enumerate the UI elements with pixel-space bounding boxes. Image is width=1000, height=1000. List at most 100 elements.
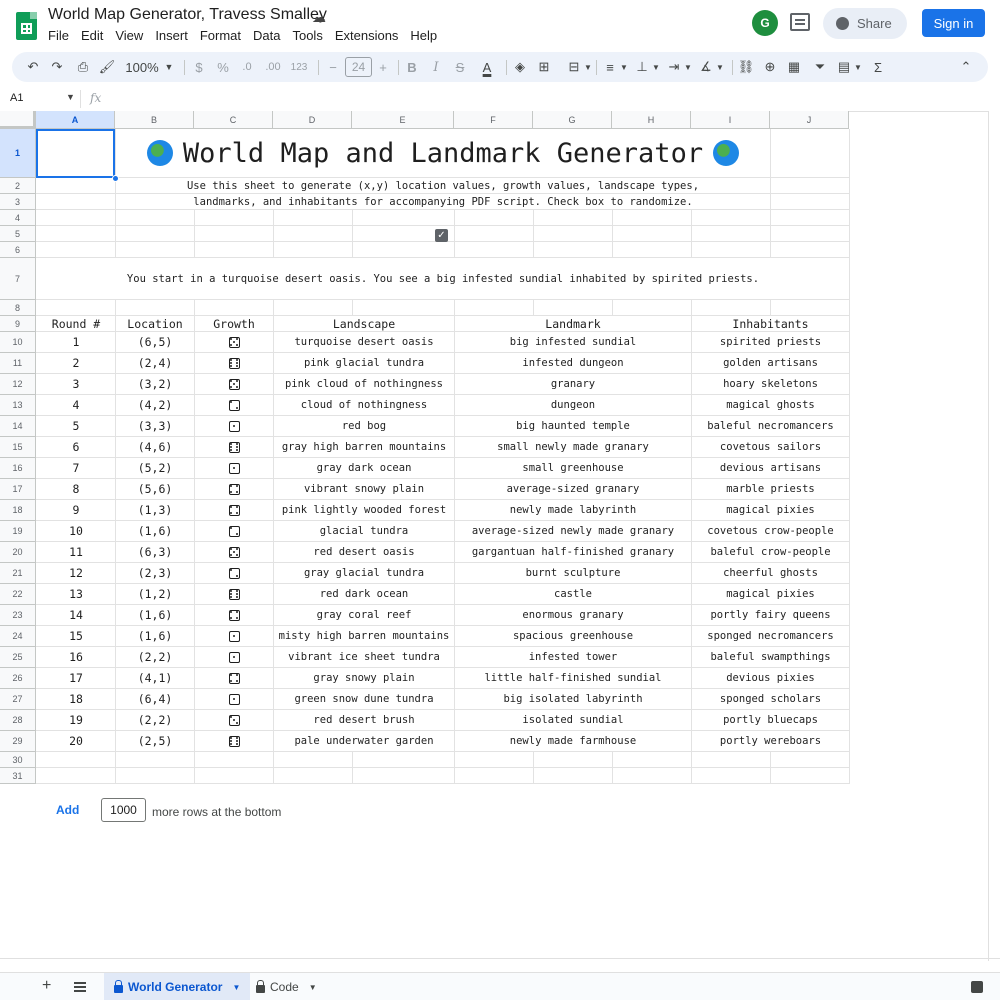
row-header-29[interactable]: 29 xyxy=(0,731,36,752)
row-header-11[interactable]: 11 xyxy=(0,353,36,374)
row-header-15[interactable]: 15 xyxy=(0,437,36,458)
percent-format-button[interactable]: % xyxy=(216,52,230,82)
font-size-input[interactable]: 24 xyxy=(345,57,372,77)
functions-button[interactable]: Σ xyxy=(870,52,886,82)
add-rows-button[interactable]: Add xyxy=(56,803,79,817)
more-formats-button[interactable]: 123 xyxy=(288,52,310,82)
vertical-scrollbar[interactable] xyxy=(988,111,1000,961)
row-header-6[interactable]: 6 xyxy=(0,242,36,258)
row-header-25[interactable]: 25 xyxy=(0,647,36,668)
zoom-select[interactable]: 100% xyxy=(124,52,160,82)
menu-item-insert[interactable]: Insert xyxy=(149,28,194,44)
strikethrough-button[interactable]: S xyxy=(452,52,468,82)
add-sheet-icon[interactable]: + xyxy=(42,977,51,995)
tab-chevron-down-icon[interactable]: ▼ xyxy=(309,983,317,992)
rotation-chevron-down-icon[interactable]: ▼ xyxy=(714,52,726,82)
share-button[interactable]: Share xyxy=(823,8,907,39)
document-title[interactable]: World Map Generator, Travess Smalley xyxy=(48,6,327,24)
row-header-2[interactable]: 2 xyxy=(0,178,36,194)
explore-icon[interactable] xyxy=(971,981,983,993)
randomize-checkbox[interactable]: ✓ xyxy=(435,229,448,242)
column-header-b[interactable]: B xyxy=(115,111,194,129)
italic-button[interactable]: I xyxy=(428,52,444,82)
valign-chevron-down-icon[interactable]: ▼ xyxy=(650,52,662,82)
decrease-decimal-button[interactable]: .0 xyxy=(238,52,256,82)
row-header-5[interactable]: 5 xyxy=(0,226,36,242)
menu-item-data[interactable]: Data xyxy=(247,28,286,44)
row-header-21[interactable]: 21 xyxy=(0,563,36,584)
column-header-f[interactable]: F xyxy=(454,111,533,129)
row-header-4[interactable]: 4 xyxy=(0,210,36,226)
text-wrapping-icon[interactable]: ⇥ xyxy=(666,52,682,82)
name-box[interactable]: A1 xyxy=(10,92,23,104)
avatar[interactable]: G xyxy=(752,10,778,36)
insert-comment-icon[interactable]: ⊕ xyxy=(762,52,778,82)
filter-views-chevron-down-icon[interactable]: ▼ xyxy=(852,52,864,82)
horizontal-scrollbar[interactable] xyxy=(0,958,1000,972)
menu-item-edit[interactable]: Edit xyxy=(75,28,109,44)
row-header-30[interactable]: 30 xyxy=(0,752,36,768)
row-header-26[interactable]: 26 xyxy=(0,668,36,689)
row-header-12[interactable]: 12 xyxy=(0,374,36,395)
print-icon[interactable]: ⎙ xyxy=(74,52,92,82)
row-header-28[interactable]: 28 xyxy=(0,710,36,731)
name-box-chevron-down-icon[interactable]: ▼ xyxy=(66,92,75,102)
menu-item-extensions[interactable]: Extensions xyxy=(329,28,405,44)
borders-icon[interactable]: ⊞ xyxy=(536,52,552,82)
column-header-d[interactable]: D xyxy=(273,111,352,129)
comment-icon[interactable] xyxy=(790,13,810,31)
column-header-a[interactable]: A xyxy=(36,111,115,129)
column-header-j[interactable]: J xyxy=(770,111,849,129)
row-header-1[interactable]: 1 xyxy=(0,129,36,178)
select-all-corner[interactable] xyxy=(0,111,36,129)
text-rotation-icon[interactable]: ∡ xyxy=(698,52,714,82)
menu-item-tools[interactable]: Tools xyxy=(286,28,328,44)
vertical-align-icon[interactable]: ⊥ xyxy=(634,52,650,82)
wrap-chevron-down-icon[interactable]: ▼ xyxy=(682,52,694,82)
redo-icon[interactable]: ↷ xyxy=(48,52,66,82)
insert-link-icon[interactable]: ⛓ xyxy=(738,52,755,82)
fill-handle[interactable] xyxy=(112,175,119,182)
zoom-chevron-down-icon[interactable]: ▼ xyxy=(162,52,176,82)
increase-font-size-button[interactable]: + xyxy=(376,52,390,82)
row-header-27[interactable]: 27 xyxy=(0,689,36,710)
row-header-10[interactable]: 10 xyxy=(0,332,36,353)
sign-in-button[interactable]: Sign in xyxy=(922,9,985,37)
row-header-7[interactable]: 7 xyxy=(0,258,36,300)
menu-item-view[interactable]: View xyxy=(109,28,149,44)
row-header-8[interactable]: 8 xyxy=(0,300,36,316)
row-header-17[interactable]: 17 xyxy=(0,479,36,500)
spreadsheet-grid[interactable]: A B C D E F G H I J 1 2 3 4 5 6 7 8 9 10 11 12 13 14 15 16 17 18 19 2… xyxy=(0,111,1000,961)
paint-format-icon[interactable]: 🖌 xyxy=(98,52,116,82)
merge-chevron-down-icon[interactable]: ▼ xyxy=(582,52,594,82)
row-header-14[interactable]: 14 xyxy=(0,416,36,437)
collapse-chevron-up-icon[interactable]: ⌃ xyxy=(958,52,974,82)
row-header-9[interactable]: 9 xyxy=(0,316,36,332)
currency-format-button[interactable]: $ xyxy=(192,52,206,82)
row-header-24[interactable]: 24 xyxy=(0,626,36,647)
row-header-13[interactable]: 13 xyxy=(0,395,36,416)
column-header-c[interactable]: C xyxy=(194,111,273,129)
column-header-h[interactable]: H xyxy=(612,111,691,129)
undo-icon[interactable]: ↶ xyxy=(24,52,42,82)
sheets-logo-icon[interactable] xyxy=(16,12,37,40)
row-header-23[interactable]: 23 xyxy=(0,605,36,626)
bold-button[interactable]: B xyxy=(404,52,420,82)
filter-views-icon[interactable]: ▤ xyxy=(836,52,852,82)
row-header-3[interactable]: 3 xyxy=(0,194,36,210)
row-header-20[interactable]: 20 xyxy=(0,542,36,563)
column-header-i[interactable]: I xyxy=(691,111,770,129)
cloud-status-icon[interactable]: ☁ xyxy=(312,9,329,26)
active-cell-selection[interactable] xyxy=(36,129,115,178)
all-sheets-icon[interactable] xyxy=(74,982,86,992)
row-header-22[interactable]: 22 xyxy=(0,584,36,605)
filter-icon[interactable]: ⏷ xyxy=(812,52,828,82)
menu-item-help[interactable]: Help xyxy=(404,28,443,44)
horizontal-align-icon[interactable]: ≡ xyxy=(602,52,618,82)
insert-chart-icon[interactable]: ▦ xyxy=(786,52,802,82)
row-header-16[interactable]: 16 xyxy=(0,458,36,479)
decrease-font-size-button[interactable]: − xyxy=(326,52,340,82)
increase-decimal-button[interactable]: .00 xyxy=(262,52,284,82)
row-header-31[interactable]: 31 xyxy=(0,768,36,784)
tab-world-generator[interactable]: World Generator ▼ xyxy=(104,973,251,1000)
